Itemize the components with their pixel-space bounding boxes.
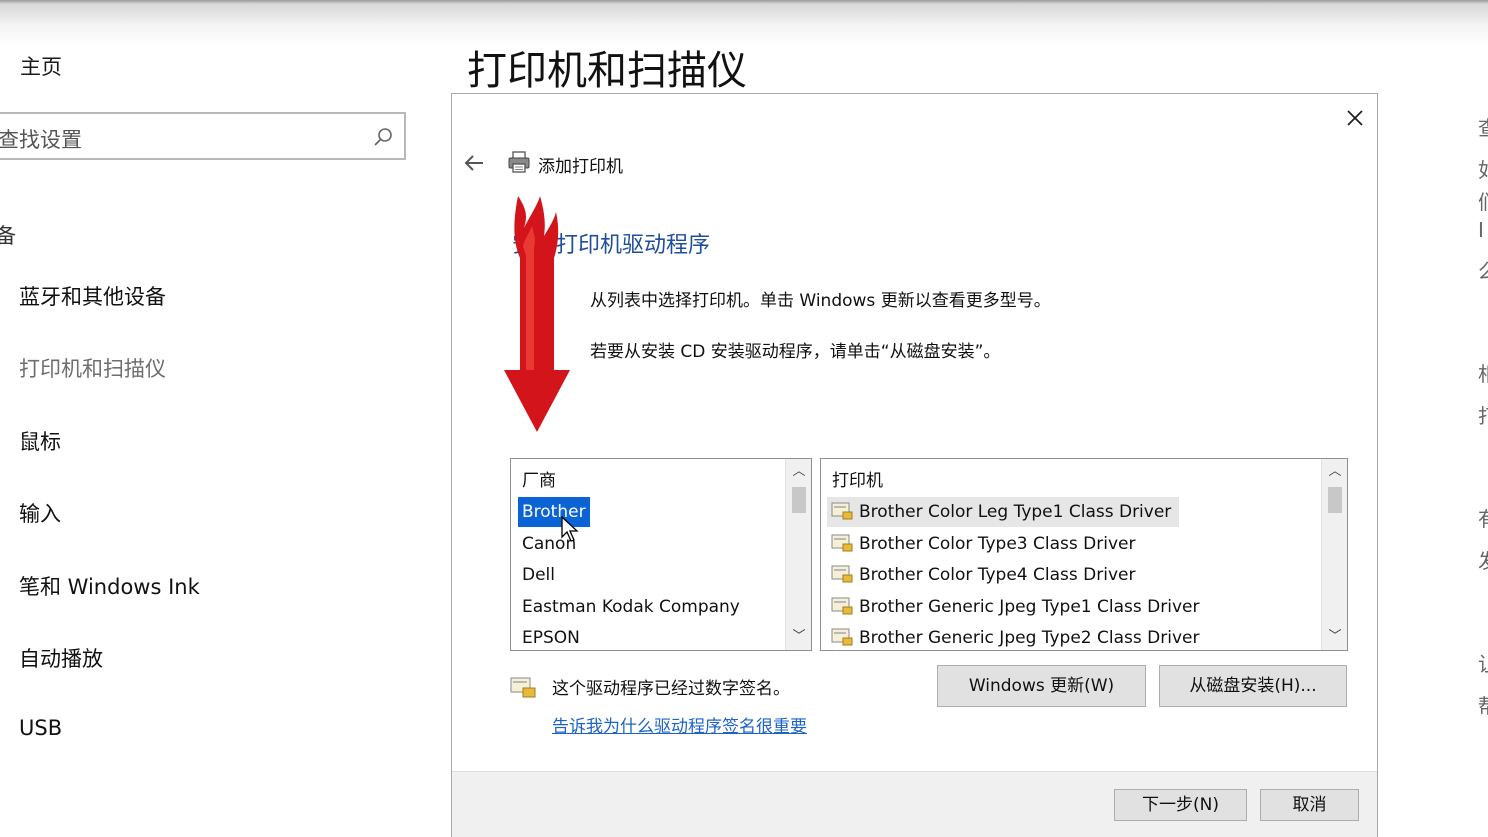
list-item-manufacturer[interactable]: EPSON <box>522 623 580 650</box>
list-item-printer[interactable]: Brother Color Type4 Class Driver <box>831 560 1135 590</box>
close-icon[interactable] <box>1341 104 1369 132</box>
dialog-title: 添加打印机 <box>538 157 623 177</box>
related-text-fragment: 如 <box>1478 154 1488 183</box>
printer-scrollbar[interactable]: ︿ ﹀ <box>1321 459 1347 650</box>
back-arrow-icon[interactable] <box>462 151 486 175</box>
signature-status: 这个驱动程序已经过数字签名。 <box>552 679 790 699</box>
chevron-up-icon[interactable]: ︿ <box>786 461 811 483</box>
related-heading-fragment: 有 <box>1478 503 1488 532</box>
printer-label: Brother Color Type3 Class Driver <box>859 534 1136 554</box>
nav-item-pen[interactable]: 笔和 Windows Ink <box>19 571 200 601</box>
list-item-printer[interactable]: Brother Color Leg Type1 Class Driver <box>827 497 1180 527</box>
printer-label: Brother Color Type4 Class Driver <box>859 565 1136 585</box>
annotation-arrow <box>504 196 570 432</box>
have-disk-button[interactable]: 从磁盘安装(H)... <box>1159 665 1347 707</box>
related-heading-fragment: 让 <box>1478 648 1488 677</box>
list-item-manufacturer[interactable]: Eastman Kodak Company <box>522 592 740 622</box>
search-icon[interactable] <box>372 126 394 148</box>
related-text-fragment: 们 <box>1478 186 1488 215</box>
add-printer-dialog: 添加打印机 安装打印机驱动程序 从列表中选择打印机。单击 Windows 更新以… <box>451 93 1378 837</box>
driver-icon <box>831 565 853 583</box>
driver-icon <box>831 534 853 552</box>
signature-info-link[interactable]: 告诉我为什么驱动程序签名很重要 <box>552 712 807 737</box>
printer-list[interactable]: 打印机 Brother Color Leg Type1 Class Driver… <box>820 458 1348 651</box>
driver-icon <box>831 597 853 615</box>
mouse-cursor-icon <box>561 516 579 542</box>
related-text-fragment: 么 <box>1478 255 1488 284</box>
chevron-up-icon[interactable]: ︿ <box>1322 461 1347 483</box>
dialog-description-cd: 若要从安装 CD 安装驱动程序，请单击“从磁盘安装”。 <box>590 342 1001 362</box>
driver-icon <box>831 628 853 646</box>
scrollbar-thumb[interactable] <box>792 487 806 513</box>
nav-group-devices: 设备 <box>0 220 16 250</box>
signed-driver-icon <box>510 677 536 698</box>
related-text-fragment: I <box>1478 218 1484 242</box>
nav-item-typing[interactable]: 输入 <box>19 498 61 528</box>
chevron-down-icon[interactable]: ﹀ <box>1322 626 1347 648</box>
printer-label: Brother Generic Jpeg Type1 Class Driver <box>859 597 1200 617</box>
printer-label: Brother Generic Jpeg Type2 Class Driver <box>859 628 1200 648</box>
list-item-printer[interactable]: Brother Generic Jpeg Type2 Class Driver <box>831 623 1200 650</box>
windows-update-button[interactable]: Windows 更新(W) <box>937 665 1146 707</box>
manufacturer-list[interactable]: 厂商 Brother Canon Dell Eastman Kodak Comp… <box>510 458 812 651</box>
nav-item-mouse[interactable]: 鼠标 <box>19 426 61 456</box>
search-placeholder: 查找设置 <box>0 128 82 152</box>
next-button[interactable]: 下一步(N) <box>1114 789 1247 821</box>
printer-list-header: 打印机 <box>832 471 883 491</box>
printer-icon <box>508 151 530 173</box>
list-item-manufacturer[interactable]: Dell <box>522 560 555 590</box>
nav-home[interactable]: 主页 <box>20 51 62 81</box>
page-title: 打印机和扫描仪 <box>467 48 747 94</box>
nav-item-bluetooth[interactable]: 蓝牙和其他设备 <box>19 281 166 311</box>
cancel-button[interactable]: 取消 <box>1260 789 1359 821</box>
related-link-fragment[interactable]: 发 <box>1478 545 1488 574</box>
related-link-fragment[interactable]: 打 <box>1478 400 1488 429</box>
nav-group-label: 设备 <box>0 224 16 248</box>
list-item-printer[interactable]: Brother Color Type3 Class Driver <box>831 529 1135 559</box>
scrollbar-thumb[interactable] <box>1328 487 1342 513</box>
nav-item-usb[interactable]: USB <box>19 716 62 740</box>
manufacturer-list-header: 厂商 <box>522 471 556 491</box>
list-item-printer[interactable]: Brother Generic Jpeg Type1 Class Driver <box>831 592 1199 622</box>
search-input[interactable]: 查找设置 <box>0 112 406 160</box>
nav-item-printers[interactable]: 打印机和扫描仪 <box>19 353 166 383</box>
dialog-footer: 下一步(N) 取消 <box>452 771 1377 837</box>
driver-icon <box>831 502 853 520</box>
chevron-down-icon[interactable]: ﹀ <box>786 626 811 648</box>
related-link-fragment[interactable]: 帮 <box>1478 690 1488 719</box>
related-heading-fragment: 相 <box>1478 358 1488 387</box>
nav-item-autoplay[interactable]: 自动播放 <box>19 643 103 673</box>
related-link-fragment: 查 <box>1478 112 1488 141</box>
dialog-description: 从列表中选择打印机。单击 Windows 更新以查看更多型号。 <box>590 291 1051 311</box>
manufacturer-scrollbar[interactable]: ︿ ﹀ <box>785 459 811 650</box>
printer-label: Brother Color Leg Type1 Class Driver <box>859 502 1172 522</box>
